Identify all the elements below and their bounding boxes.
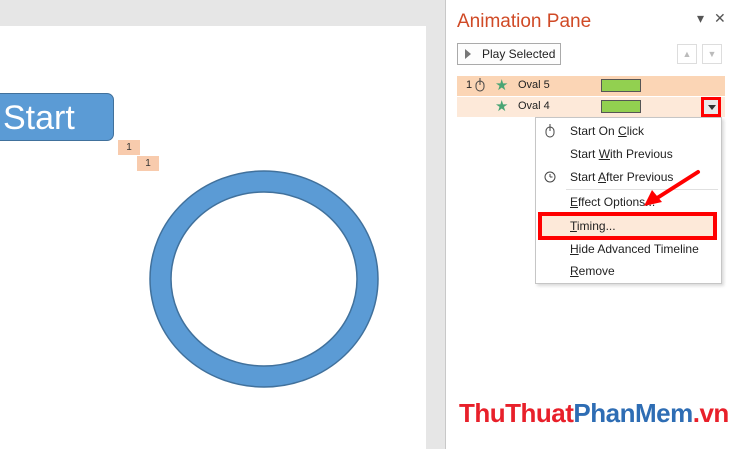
item-dropdown-button[interactable] — [701, 97, 721, 117]
menu-item-start-with-previous[interactable]: Start With Previous — [536, 143, 721, 165]
menu-item-start-on-click[interactable]: Start On Click — [536, 120, 721, 142]
close-icon[interactable]: ✕ — [714, 10, 726, 27]
menu-item-remove[interactable]: Remove — [536, 260, 721, 282]
star-effect-icon: ★ — [495, 77, 509, 94]
pane-options-icon[interactable]: ▾ — [697, 10, 704, 27]
menu-item-hide-advanced-timeline[interactable]: Hide Advanced Timeline — [536, 238, 721, 260]
slide-canvas[interactable]: Start 1 1 — [0, 26, 426, 449]
play-icon — [465, 49, 471, 59]
mouse-icon — [545, 124, 555, 138]
play-selected-label: Play Selected — [482, 47, 556, 61]
item-name: Oval 5 — [518, 79, 550, 91]
clock-icon — [544, 171, 556, 183]
oval-ring-shape[interactable] — [148, 169, 380, 389]
item-name: Oval 4 — [518, 100, 550, 112]
star-effect-icon: ★ — [495, 98, 509, 115]
move-down-button[interactable]: ▼ — [702, 44, 722, 64]
timeline-bar[interactable] — [601, 79, 641, 92]
play-selected-button[interactable]: Play Selected — [457, 43, 561, 65]
animation-tag-1[interactable]: 1 — [118, 140, 140, 155]
item-number: 1 — [466, 79, 473, 91]
pane-title: Animation Pane — [457, 11, 592, 32]
start-shape[interactable]: Start — [0, 93, 114, 141]
watermark: ThuThuatPhanMem.vn — [459, 398, 729, 428]
chevron-down-icon — [708, 105, 716, 110]
mouse-click-icon — [475, 78, 485, 92]
timeline-bar[interactable] — [601, 100, 641, 113]
menu-item-timing[interactable]: Timing... — [536, 215, 721, 237]
move-up-button[interactable]: ▲ — [677, 44, 697, 64]
animation-item-oval-5[interactable]: 1 ★ Oval 5 — [457, 76, 725, 96]
animation-item-oval-4[interactable]: ★ Oval 4 — [457, 97, 725, 117]
red-pointer-arrow — [644, 170, 700, 206]
slide-editor-area: Start 1 1 — [0, 0, 445, 449]
start-label: Start — [3, 99, 75, 137]
